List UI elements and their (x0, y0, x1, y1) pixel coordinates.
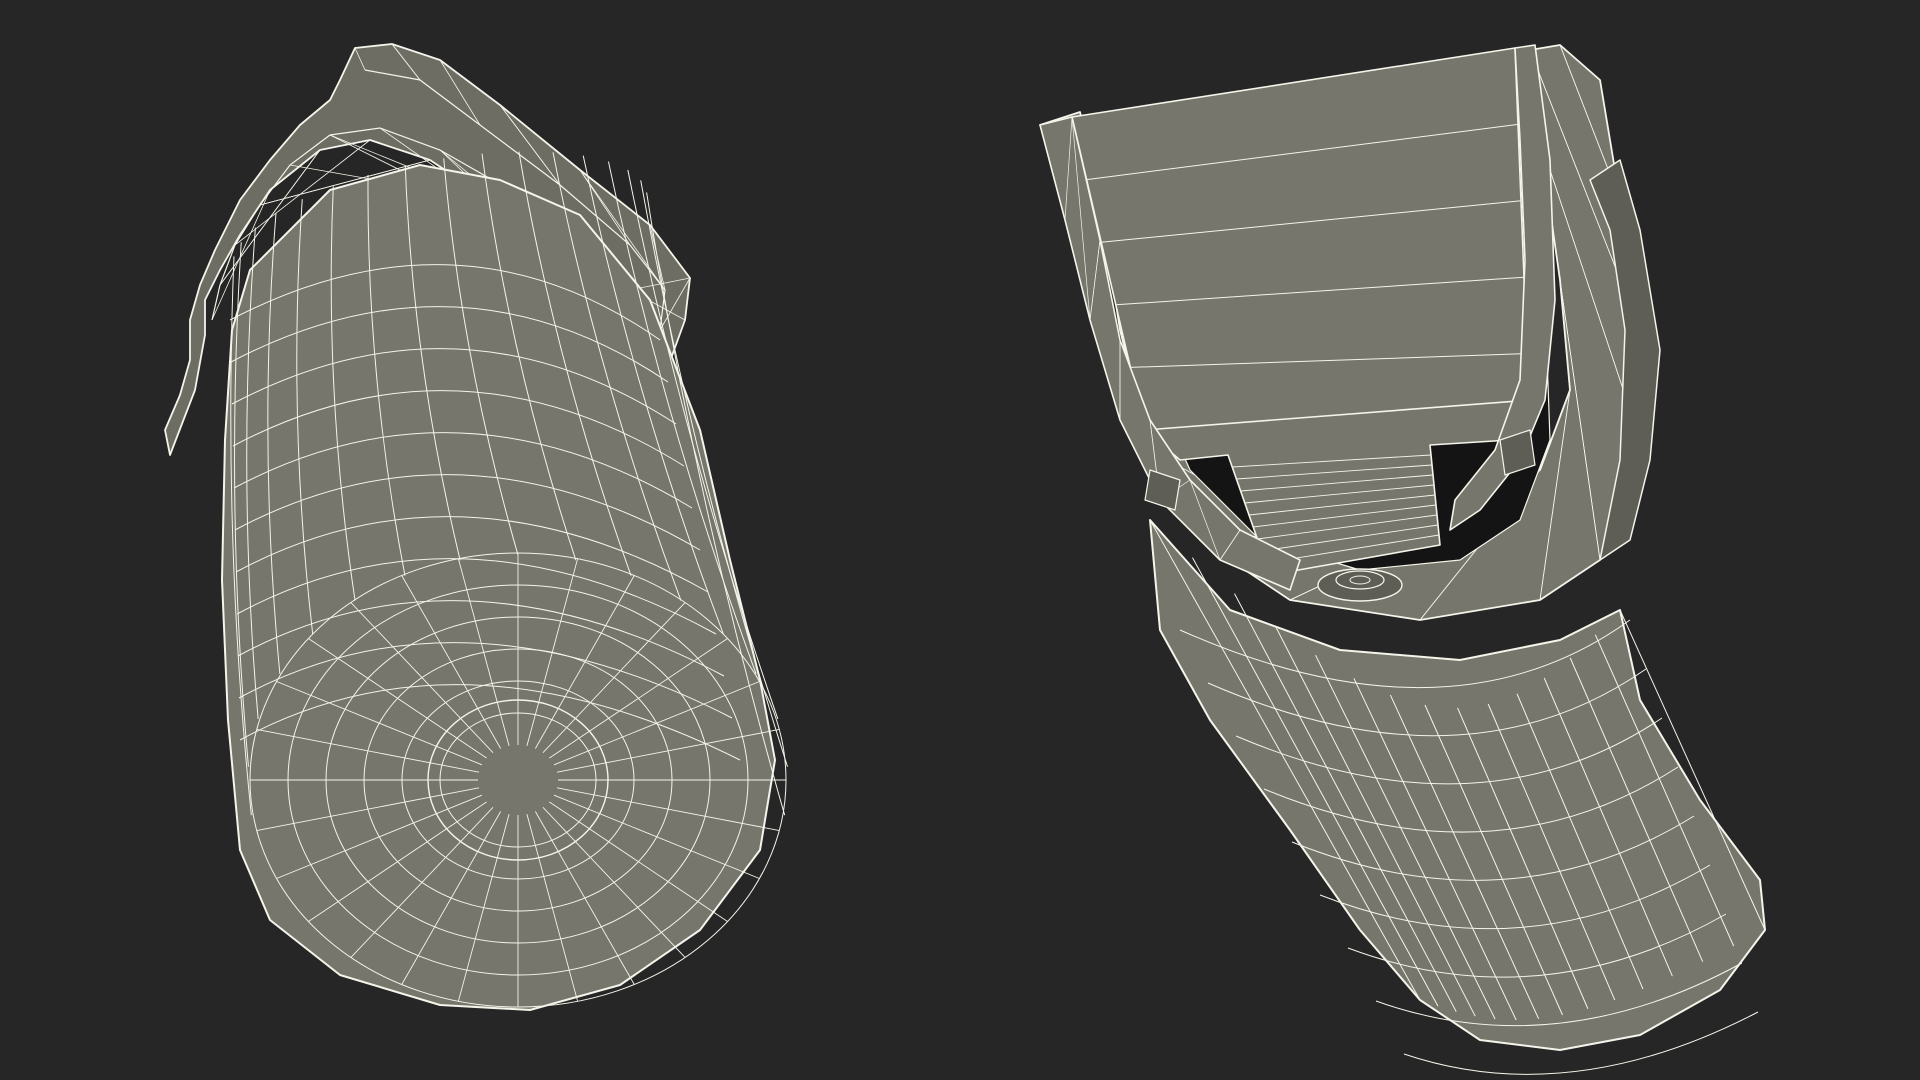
wireframe-scene (164, 43, 1766, 1075)
wireframe-render-viewport (0, 0, 1920, 1080)
bottom-view-mesh (164, 43, 789, 1011)
top-view-mesh (1039, 44, 1766, 1075)
